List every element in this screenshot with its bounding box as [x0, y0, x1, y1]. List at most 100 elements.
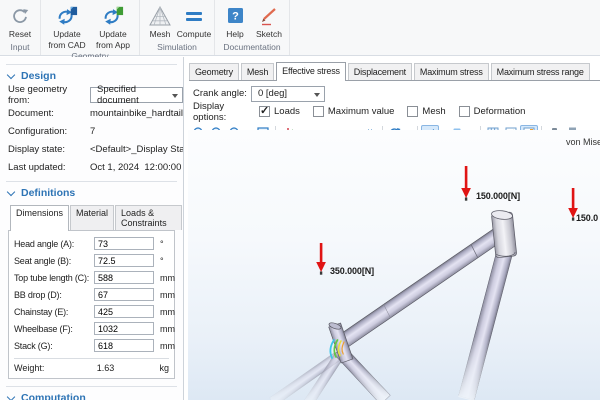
stack-label: Stack (G): — [14, 341, 94, 351]
wheelbase-label: Wheelbase (F): — [14, 324, 94, 334]
ribbon-group-simulation: Mesh Compute Simulation — [140, 0, 215, 55]
help-icon: ? — [225, 4, 245, 28]
computation-section-header[interactable]: Computation — [8, 392, 183, 400]
reset-label: Reset — [9, 29, 31, 40]
stack-field[interactable] — [94, 339, 154, 352]
reset-button[interactable]: Reset — [3, 3, 37, 40]
section-divider — [6, 181, 177, 182]
mesh-checkbox[interactable] — [407, 106, 418, 117]
top-tube-length-field[interactable] — [94, 271, 154, 284]
results-viewer: Geometry Mesh Effective stress Displacem… — [185, 57, 600, 400]
top-tube-length-label: Top tube length (C): — [14, 273, 94, 283]
seat-angle-unit: ° — [160, 256, 164, 266]
wheelbase-unit: mm — [160, 324, 175, 334]
document-value: mountainbike_hardtail.SLDPRT — [90, 108, 184, 119]
configuration-label: Configuration: — [8, 126, 90, 137]
weight-unit: kg — [159, 363, 169, 373]
ribbon-group-label-simulation: Simulation — [143, 41, 211, 55]
sketch-label: Sketch — [256, 29, 282, 40]
load-label-350: 350.000[N] — [330, 266, 374, 276]
tab-loads-constraints[interactable]: Loads & Constraints — [115, 205, 182, 230]
chevron-down-icon — [7, 70, 15, 78]
sketch-icon — [258, 4, 280, 28]
use-geometry-from-label: Use geometry from: — [8, 84, 90, 106]
last-updated-value: Oct 1, 2024 12:00:00 AM — [90, 162, 184, 173]
maximum-value-checkbox-label: Maximum value — [328, 106, 395, 117]
chainstay-unit: mm — [160, 307, 175, 317]
mesh-icon — [148, 4, 172, 28]
display-state-label: Display state: — [8, 144, 90, 155]
tab-dimensions[interactable]: Dimensions — [10, 205, 69, 231]
compute-label: Compute — [177, 29, 212, 40]
ribbon-group-input: Reset Input — [0, 0, 41, 55]
definitions-section-header[interactable]: Definitions — [8, 187, 183, 199]
bb-drop-label: BB drop (D): — [14, 290, 94, 300]
seat-angle-label: Seat angle (B): — [14, 256, 94, 266]
tab-mesh[interactable]: Mesh — [241, 63, 274, 80]
wheelbase-field[interactable] — [94, 322, 154, 335]
update-from-app-button[interactable]: Update from App — [90, 3, 136, 50]
mesh-label: Mesh — [150, 29, 171, 40]
compute-icon — [182, 4, 206, 28]
tab-effective-stress[interactable]: Effective stress — [276, 62, 346, 81]
ribbon-toolbar: Reset Input Update from CAD — [0, 0, 600, 56]
ribbon-group-documentation: ? Help Sketch Documentation — [215, 0, 290, 55]
definitions-tabbar: Dimensions Material Loads & Constraints — [10, 205, 183, 230]
ribbon-group-geometry: Update from CAD Update from App Geometry — [41, 0, 140, 55]
graphics-canvas[interactable]: von Mise 150.000[N] 150.0 350.000[N] — [188, 130, 600, 400]
dimensions-panel: Head angle (A): ° Seat angle (B): ° Top tu… — [8, 230, 175, 379]
reset-icon — [9, 4, 31, 28]
mesh-button[interactable]: Mesh — [143, 3, 177, 40]
head-tube — [491, 210, 517, 258]
loads-checkbox-label: Loads — [274, 106, 300, 117]
top-tube-length-unit: mm — [160, 273, 175, 283]
update-from-app-label: Update from App — [90, 29, 136, 50]
maximum-value-checkbox[interactable] — [313, 106, 324, 117]
load-label-150-clipped: 150.0 — [576, 213, 598, 223]
bike-frame-render — [188, 130, 600, 400]
design-section-header[interactable]: Design — [8, 70, 183, 82]
tab-geometry[interactable]: Geometry — [189, 63, 239, 80]
update-from-cad-button[interactable]: Update from CAD — [44, 3, 90, 50]
section-divider — [6, 64, 177, 65]
down-tube — [458, 249, 513, 400]
compute-button[interactable]: Compute — [177, 3, 211, 40]
results-tabbar: Geometry Mesh Effective stress Displacem… — [189, 62, 600, 81]
bb-drop-field[interactable] — [94, 288, 154, 301]
help-button[interactable]: ? Help — [218, 3, 252, 40]
load-arrow-3 — [316, 243, 326, 275]
help-label: Help — [226, 29, 243, 40]
mesh-checkbox-label: Mesh — [422, 106, 445, 117]
update-from-app-icon — [101, 4, 125, 28]
settings-sidebar: Design Use geometry from: Specified docu… — [0, 57, 184, 400]
chevron-down-icon — [7, 187, 15, 195]
head-angle-unit: ° — [160, 239, 164, 249]
last-updated-label: Last updated: — [8, 162, 90, 173]
tab-displacement[interactable]: Displacement — [348, 63, 412, 80]
use-geometry-from-select[interactable]: Specified document — [90, 87, 183, 103]
plot-title-text: von Mise — [566, 137, 600, 147]
load-label-150: 150.000[N] — [476, 191, 520, 201]
stack-unit: mm — [160, 341, 175, 351]
head-angle-field[interactable] — [94, 237, 154, 250]
sketch-button[interactable]: Sketch — [252, 3, 286, 40]
seat-angle-field[interactable] — [94, 254, 154, 267]
document-label: Document: — [8, 108, 90, 119]
crank-angle-select[interactable]: 0 [deg] — [251, 86, 325, 102]
chevron-down-icon — [7, 392, 15, 400]
section-divider — [6, 386, 177, 387]
tab-maximum-stress-range[interactable]: Maximum stress range — [491, 63, 590, 80]
deformation-checkbox[interactable] — [459, 106, 470, 117]
ribbon-group-label-documentation: Documentation — [218, 41, 286, 55]
weight-label: Weight: — [14, 363, 94, 373]
chainstay-label: Chainstay (E): — [14, 307, 94, 317]
head-angle-label: Head angle (A): — [14, 239, 94, 249]
tab-maximum-stress[interactable]: Maximum stress — [414, 63, 489, 80]
loads-checkbox[interactable] — [259, 106, 270, 117]
display-state-value: <Default>_Display State — [90, 144, 184, 155]
display-options-label: Display options: — [193, 101, 259, 123]
tab-material[interactable]: Material — [70, 205, 114, 230]
chainstay-field[interactable] — [94, 305, 154, 318]
deformation-checkbox-label: Deformation — [474, 106, 526, 117]
update-from-cad-label: Update from CAD — [44, 29, 90, 50]
